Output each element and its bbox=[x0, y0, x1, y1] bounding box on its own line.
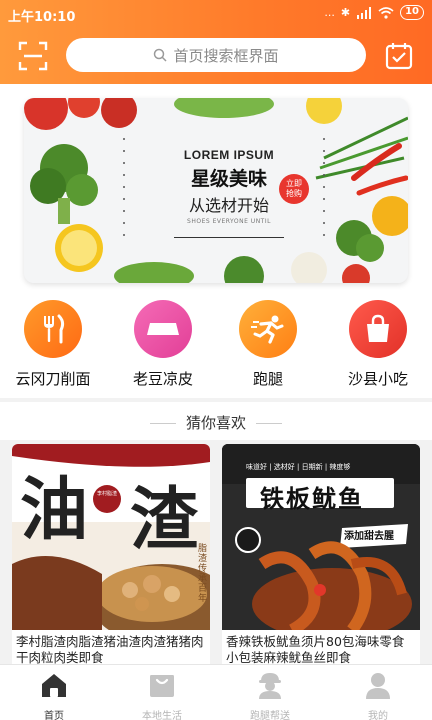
status-bar: 上午10:10 ... ✱ 10 bbox=[0, 0, 432, 28]
category-circle bbox=[24, 300, 82, 358]
banner-text: LOREM IPSUM 星级美味 从选材开始 SHOES EVERYONE UN… bbox=[174, 148, 284, 238]
banner-underline bbox=[174, 237, 284, 238]
section-title: 猜你喜欢 bbox=[0, 406, 432, 440]
product-image-char-1: 油 bbox=[20, 470, 89, 550]
search-input[interactable]: 首页搜索框界面 bbox=[66, 38, 366, 72]
section-title-text: 猜你喜欢 bbox=[185, 414, 246, 432]
banner-title: 星级美味 bbox=[190, 168, 267, 190]
product-image-logo: 李村脂渣 bbox=[96, 491, 117, 497]
product-card[interactable]: 味道好 | 选材好 | 日期新 | 辣度够 铁板鱿鱼 添加甜去腥 香辣铁板鱿鱼须… bbox=[222, 444, 420, 672]
bottom-tab-bar: 首页 本地生活 跑腿帮送 我的 bbox=[0, 664, 432, 720]
status-time: 上午10:10 bbox=[8, 10, 76, 25]
product-image-tags: 味道好 | 选材好 | 日期新 | 辣度够 bbox=[246, 463, 351, 471]
category-label: 跑腿 bbox=[252, 370, 283, 388]
tray-icon bbox=[147, 323, 179, 335]
product-image: 味道好 | 选材好 | 日期新 | 辣度够 铁板鱿鱼 添加甜去腥 bbox=[222, 444, 420, 630]
bluetooth-icon: ✱ bbox=[340, 6, 351, 19]
banner-small-text: SHOES EVERYONE UNTIL bbox=[187, 218, 271, 225]
scan-icon[interactable] bbox=[18, 41, 48, 71]
tab-local-life[interactable]: 本地生活 bbox=[108, 665, 216, 720]
shopping-bag-icon bbox=[367, 314, 389, 342]
home-icon bbox=[42, 674, 66, 697]
search-placeholder: 首页搜索框界面 bbox=[173, 46, 279, 65]
badge-line-2: 抢购 bbox=[286, 189, 302, 198]
category-grid: 云冈刀削面 老豆凉皮 跑腿 沙县小吃 bbox=[0, 300, 432, 396]
category-circle bbox=[349, 300, 407, 358]
badge-line-1: 立即 bbox=[286, 179, 302, 188]
calendar-check-icon[interactable] bbox=[384, 41, 414, 71]
tab-home[interactable]: 首页 bbox=[0, 665, 108, 720]
tab-profile[interactable]: 我的 bbox=[324, 665, 432, 720]
category-item-liangpi[interactable]: 老豆凉皮 bbox=[113, 300, 213, 389]
wifi-icon bbox=[378, 6, 394, 19]
category-circle bbox=[239, 300, 297, 358]
category-circle bbox=[134, 300, 192, 358]
status-icons: ... ✱ 10 bbox=[324, 5, 424, 20]
category-item-errand[interactable]: 跑腿 bbox=[218, 300, 318, 389]
product-image-sticker: 添加甜去腥 bbox=[344, 531, 394, 542]
header-bar: 上午10:10 ... ✱ 10 首页搜索框界面 bbox=[0, 0, 432, 84]
tab-label: 本地生活 bbox=[142, 711, 182, 720]
banner-subtitle: 从选材开始 bbox=[188, 196, 269, 215]
product-image-side-text: 脂渣传承百年 bbox=[198, 544, 208, 604]
fork-knife-icon bbox=[44, 314, 65, 344]
runner-icon bbox=[251, 315, 284, 344]
section-divider bbox=[0, 398, 432, 402]
category-label: 云冈刀削面 bbox=[15, 370, 91, 388]
shopping-bag-icon bbox=[150, 675, 174, 697]
banner-en-title: LOREM IPSUM bbox=[183, 148, 275, 162]
tab-errand[interactable]: 跑腿帮送 bbox=[216, 665, 324, 720]
product-image-headline: 铁板鱿鱼 bbox=[260, 485, 364, 513]
category-label: 沙县小吃 bbox=[347, 370, 408, 388]
category-item-noodles[interactable]: 云冈刀削面 bbox=[3, 300, 103, 389]
tab-label: 跑腿帮送 bbox=[250, 711, 290, 720]
product-card[interactable]: 油 渣 李村脂渣 脂渣传承百年 李村脂渣肉脂渣猪油渣肉渣猪猪肉干肉粒肉类即食 bbox=[12, 444, 210, 672]
product-image: 油 渣 李村脂渣 脂渣传承百年 bbox=[12, 444, 210, 630]
buy-now-badge[interactable]: 立即 抢购 bbox=[279, 174, 309, 204]
network-dots: ... bbox=[324, 6, 335, 19]
product-image-char-2: 渣 bbox=[130, 480, 199, 560]
category-label: 老豆凉皮 bbox=[132, 370, 193, 388]
tab-label: 首页 bbox=[44, 711, 64, 720]
battery-indicator: 10 bbox=[400, 5, 424, 20]
courier-icon bbox=[259, 673, 281, 699]
user-icon bbox=[366, 673, 390, 699]
category-item-shaxian[interactable]: 沙县小吃 bbox=[328, 300, 428, 389]
product-grid: 油 渣 李村脂渣 脂渣传承百年 李村脂渣肉脂渣猪油渣肉渣猪猪肉干肉粒肉类即食 味… bbox=[0, 440, 432, 672]
signal-icon bbox=[357, 6, 372, 19]
tab-label: 我的 bbox=[368, 711, 388, 720]
promo-banner[interactable]: LOREM IPSUM 星级美味 从选材开始 SHOES EVERYONE UN… bbox=[24, 98, 408, 283]
search-icon bbox=[154, 48, 168, 62]
